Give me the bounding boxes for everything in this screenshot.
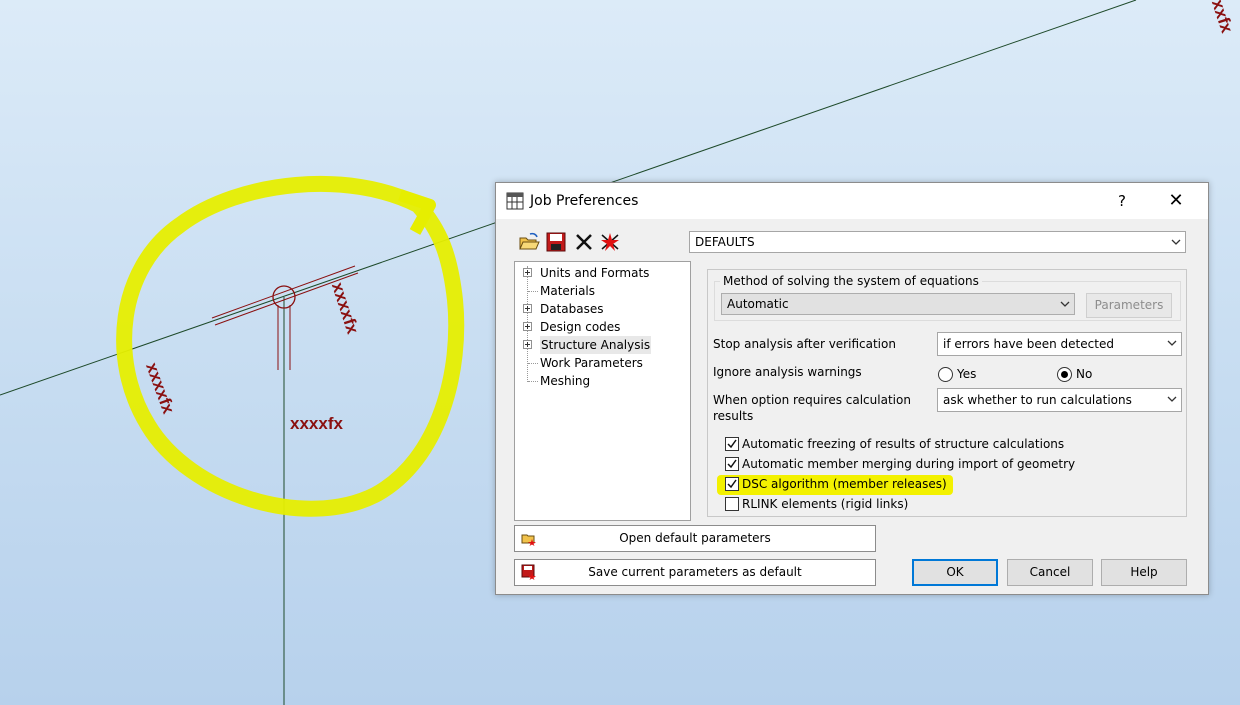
tree-item-label: Design codes [540,320,621,334]
job-preferences-app-icon [506,192,524,210]
preset-select[interactable]: DEFAULTS [689,231,1186,253]
rlink-elements-label[interactable]: RLINK elements (rigid links) [742,497,908,511]
stop-analysis-value: if errors have been detected [943,337,1114,351]
help-button[interactable]: Help [1101,559,1187,586]
tree-item-label: Materials [540,284,596,298]
open-default-parameters-button[interactable]: Open default parameters [514,525,876,552]
expand-plus-icon[interactable] [523,268,532,277]
preferences-tree[interactable]: Units and Formats Materials Databases De… [514,261,691,521]
chevron-down-icon [1171,239,1181,245]
tree-item-label: Meshing [540,374,591,388]
help-question-icon[interactable]: ? [1102,187,1142,215]
chevron-down-icon [1167,340,1177,346]
job-preferences-dialog: Job Preferences ? ✕ DEFAULTS Units and F… [495,182,1209,595]
ignore-warnings-label: Ignore analysis warnings [713,365,862,379]
method-value: Automatic [727,297,789,311]
tree-connector [528,363,538,364]
preset-value: DEFAULTS [695,235,755,249]
stop-analysis-label: Stop analysis after verification [713,337,896,351]
member-merging-checkbox[interactable] [725,457,739,471]
dsc-algorithm-checkbox[interactable] [725,477,739,491]
ignore-warnings-no-radio[interactable] [1057,367,1072,382]
parameters-button[interactable]: Parameters [1086,293,1172,318]
save-default-parameters-button[interactable]: Save current parameters as default [514,559,876,586]
expand-plus-icon[interactable] [523,304,532,313]
method-group-title: Method of solving the system of equation… [720,274,982,288]
save-defaults-icon [521,564,536,580]
check-mark-icon [727,439,737,449]
check-mark-icon [727,459,737,469]
check-mark-icon [727,479,737,489]
ignore-warnings-no-label[interactable]: No [1076,367,1092,381]
dialog-title: Job Preferences [530,193,639,209]
when-option-select[interactable]: ask whether to run calculations [937,388,1182,412]
tree-item-label: Databases [540,302,604,316]
freeze-results-label[interactable]: Automatic freezing of results of structu… [742,437,1064,451]
member-label: xxxxfx [290,414,343,433]
open-default-parameters-label: Open default parameters [619,531,771,545]
save-default-parameters-label: Save current parameters as default [588,565,802,579]
method-select[interactable]: Automatic [721,293,1075,315]
dialog-titlebar[interactable]: Job Preferences ? ✕ [496,183,1208,219]
tree-item-label: Work Parameters [540,356,643,370]
ok-button[interactable]: OK [912,559,998,586]
tree-item-label: Structure Analysis [540,336,652,354]
close-icon[interactable]: ✕ [1156,187,1196,215]
open-folder-icon[interactable] [518,231,540,253]
dsc-algorithm-label[interactable]: DSC algorithm (member releases) [742,477,947,491]
when-option-label-line1: When option requires calculation [713,393,911,407]
expand-plus-icon[interactable] [523,340,532,349]
expand-plus-icon[interactable] [523,322,532,331]
delete-x-icon[interactable] [573,231,595,253]
when-option-label-line2: results [713,409,754,423]
cancel-button[interactable]: Cancel [1007,559,1093,586]
tree-item-label: Units and Formats [540,266,650,280]
member-merging-label[interactable]: Automatic member merging during import o… [742,457,1075,471]
chevron-down-icon [1060,301,1070,307]
freeze-results-checkbox[interactable] [725,437,739,451]
open-defaults-icon [521,534,536,546]
tree-connector [528,291,538,292]
ignore-warnings-yes-label[interactable]: Yes [957,367,976,381]
tree-connector [528,381,538,382]
when-option-value: ask whether to run calculations [943,393,1132,407]
stop-analysis-select[interactable]: if errors have been detected [937,332,1182,356]
chevron-down-icon [1167,396,1177,402]
ignore-warnings-yes-radio[interactable] [938,367,953,382]
save-disk-icon[interactable] [545,231,567,253]
rlink-elements-checkbox[interactable] [725,497,739,511]
reset-star-icon[interactable] [599,231,621,253]
